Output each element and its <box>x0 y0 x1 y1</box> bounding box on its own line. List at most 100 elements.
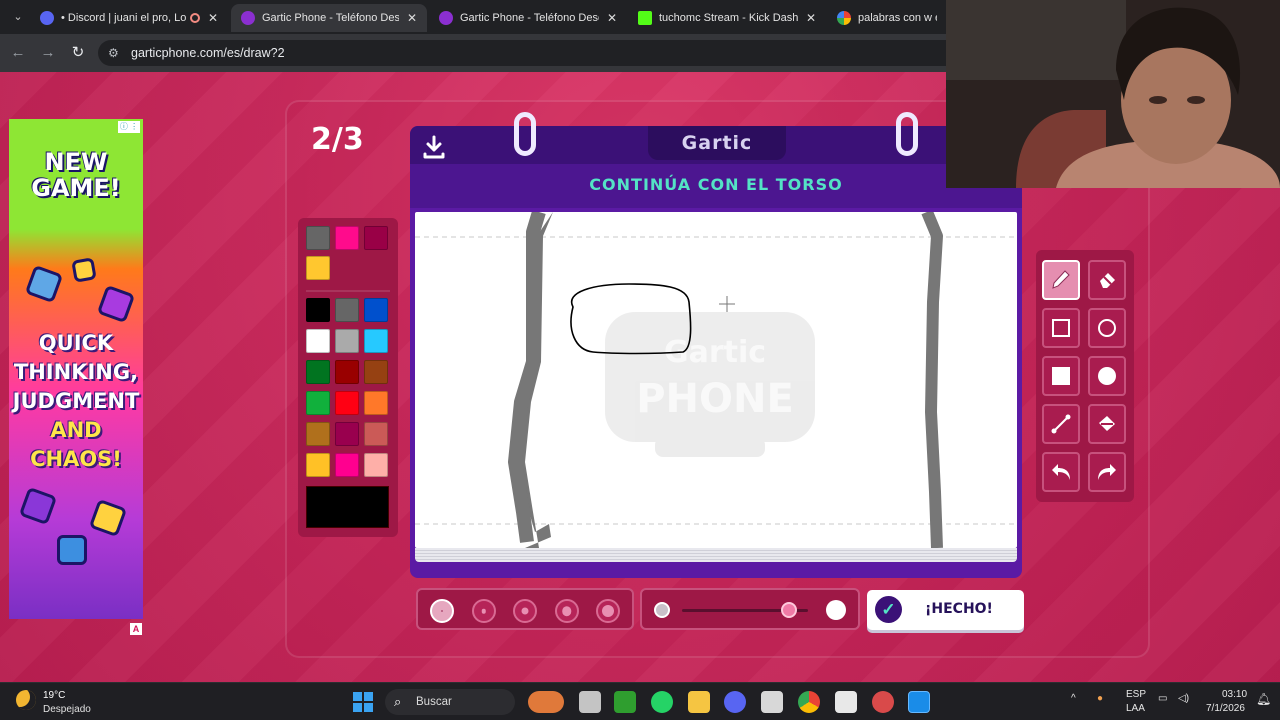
color-swatch[interactable] <box>306 329 330 353</box>
network-icon[interactable]: ▭ <box>1158 693 1167 704</box>
minecraft-icon[interactable] <box>614 691 636 713</box>
language-code[interactable]: ESP <box>1126 689 1146 700</box>
tab-discord[interactable]: • Discord | juani el pro, Lov ✕ <box>30 4 228 32</box>
pencil-tool-button[interactable] <box>1042 260 1080 300</box>
brush-size-button[interactable] <box>513 599 537 623</box>
weather-moon-icon[interactable] <box>16 690 36 710</box>
brush-size-button[interactable] <box>430 599 454 623</box>
notification-bell-icon[interactable]: 🔔︎ <box>1256 692 1271 706</box>
tab-search-icon[interactable]: ⌄ <box>8 7 28 27</box>
ad-gem-icon <box>24 264 64 304</box>
color-swatch[interactable] <box>335 226 359 250</box>
taskbar-search[interactable]: ⌕ Buscar <box>385 689 515 715</box>
microphone-icon[interactable]: ● <box>1097 693 1103 704</box>
clock-date[interactable]: 7/1/2026 <box>1206 703 1245 714</box>
checkmark-icon: ✓ <box>875 596 902 623</box>
color-swatch[interactable] <box>364 422 388 446</box>
chrome-icon[interactable] <box>798 691 820 713</box>
color-swatch[interactable] <box>306 360 330 384</box>
discord-icon[interactable] <box>724 691 746 713</box>
color-swatch[interactable] <box>335 391 359 415</box>
bucket-tool-button[interactable] <box>1088 404 1126 444</box>
tab-google[interactable]: palabras con w en es <box>827 4 947 32</box>
capcut-icon[interactable] <box>835 691 857 713</box>
download-icon[interactable] <box>422 134 446 160</box>
tab-title: Gartic Phone - Teléfono Descon <box>262 12 399 24</box>
circle-filled-icon <box>1098 367 1116 385</box>
brush-size-button[interactable] <box>554 599 579 623</box>
eraser-tool-button[interactable] <box>1088 260 1126 300</box>
paper-edge <box>415 548 1017 562</box>
forward-icon[interactable]: → <box>38 44 58 62</box>
ad-line: AND <box>50 418 102 442</box>
recording-icon <box>189 13 200 23</box>
color-swatch[interactable] <box>306 391 330 415</box>
folder-icon[interactable] <box>688 691 710 713</box>
redo-button[interactable] <box>1088 452 1126 492</box>
close-tab-button[interactable]: ✕ <box>407 11 417 25</box>
ellipse-tool-button[interactable] <box>1088 308 1126 348</box>
filled-rectangle-tool-button[interactable] <box>1042 356 1080 396</box>
windows-start-icon[interactable] <box>353 692 373 712</box>
tab-kick[interactable]: tuchomc Stream - Kick Dashbo ✕ <box>628 4 826 32</box>
app-icon[interactable] <box>761 691 783 713</box>
widget-icon[interactable] <box>528 691 564 713</box>
color-swatch[interactable] <box>364 226 388 250</box>
reload-icon[interactable]: ↻ <box>68 44 88 62</box>
filled-ellipse-tool-button[interactable] <box>1088 356 1126 396</box>
color-swatch[interactable] <box>335 329 359 353</box>
tray-chevron-icon[interactable]: ^ <box>1071 693 1076 704</box>
line-tool-button[interactable] <box>1042 404 1080 444</box>
color-swatch[interactable] <box>364 298 388 322</box>
brush-size-button[interactable] <box>596 599 620 623</box>
color-swatch[interactable] <box>306 422 330 446</box>
adchoices-icon[interactable]: A <box>130 623 142 635</box>
site-info-icon[interactable]: ⚙ <box>108 46 119 60</box>
rectangle-tool-button[interactable] <box>1042 308 1080 348</box>
weather-description: Despejado <box>43 704 91 715</box>
active-app-icon[interactable] <box>908 691 930 713</box>
rectangle-filled-icon <box>1052 367 1070 385</box>
opacity-handle[interactable] <box>781 602 798 618</box>
color-swatch[interactable] <box>306 453 330 477</box>
done-label: ¡HECHO! <box>925 601 993 617</box>
color-swatch[interactable] <box>364 453 388 477</box>
ad-info-icon[interactable]: ⓘ ⋮ <box>118 121 140 133</box>
color-swatch[interactable] <box>335 453 359 477</box>
opacity-max-icon <box>826 600 846 620</box>
color-swatch[interactable] <box>335 298 359 322</box>
app-icon[interactable] <box>872 691 894 713</box>
close-tab-button[interactable]: ✕ <box>806 11 816 25</box>
clock-time[interactable]: 03:10 <box>1222 689 1247 700</box>
color-swatch[interactable] <box>306 226 330 250</box>
file-explorer-icon[interactable] <box>579 691 601 713</box>
color-swatch[interactable] <box>306 256 330 280</box>
tab-title: tuchomc Stream - Kick Dashbo <box>659 12 798 24</box>
back-icon[interactable]: ← <box>8 44 28 62</box>
color-swatch[interactable] <box>364 329 388 353</box>
volume-icon[interactable]: ◁) <box>1178 693 1189 704</box>
ad-gem-icon <box>71 257 97 283</box>
color-swatch[interactable] <box>335 422 359 446</box>
undo-button[interactable] <box>1042 452 1080 492</box>
discord-icon <box>40 11 54 25</box>
drawing-canvas[interactable]: Gartic PHONE <box>415 212 1017 548</box>
close-tab-button[interactable]: ✕ <box>208 11 218 25</box>
eraser-icon <box>1100 273 1115 288</box>
color-swatch[interactable] <box>364 391 388 415</box>
color-swatch[interactable] <box>306 298 330 322</box>
tab-title: Gartic Phone - Teléfono Descon <box>460 12 599 24</box>
color-swatch[interactable] <box>364 360 388 384</box>
tab-gartic-active[interactable]: Gartic Phone - Teléfono Descon ✕ <box>231 4 427 32</box>
color-swatch[interactable] <box>335 360 359 384</box>
whatsapp-icon[interactable] <box>651 691 673 713</box>
drawing-board: Gartic CONTINÚA CON EL TORSO Gartic PHON… <box>410 112 1022 578</box>
advertisement[interactable]: ⓘ ⋮ NEW GAME! QUICK THINKING, JUDGMENT A… <box>9 119 143 619</box>
undo-icon <box>1052 464 1070 480</box>
done-button[interactable]: ✓ ¡HECHO! <box>867 590 1024 630</box>
tab-gartic[interactable]: Gartic Phone - Teléfono Descon ✕ <box>429 4 627 32</box>
ad-tagline: QUICK THINKING, JUDGMENT AND CHAOS! <box>9 329 143 474</box>
brush-size-button[interactable] <box>471 599 496 623</box>
close-tab-button[interactable]: ✕ <box>607 11 617 25</box>
keyboard-layout[interactable]: LAA <box>1126 703 1145 714</box>
